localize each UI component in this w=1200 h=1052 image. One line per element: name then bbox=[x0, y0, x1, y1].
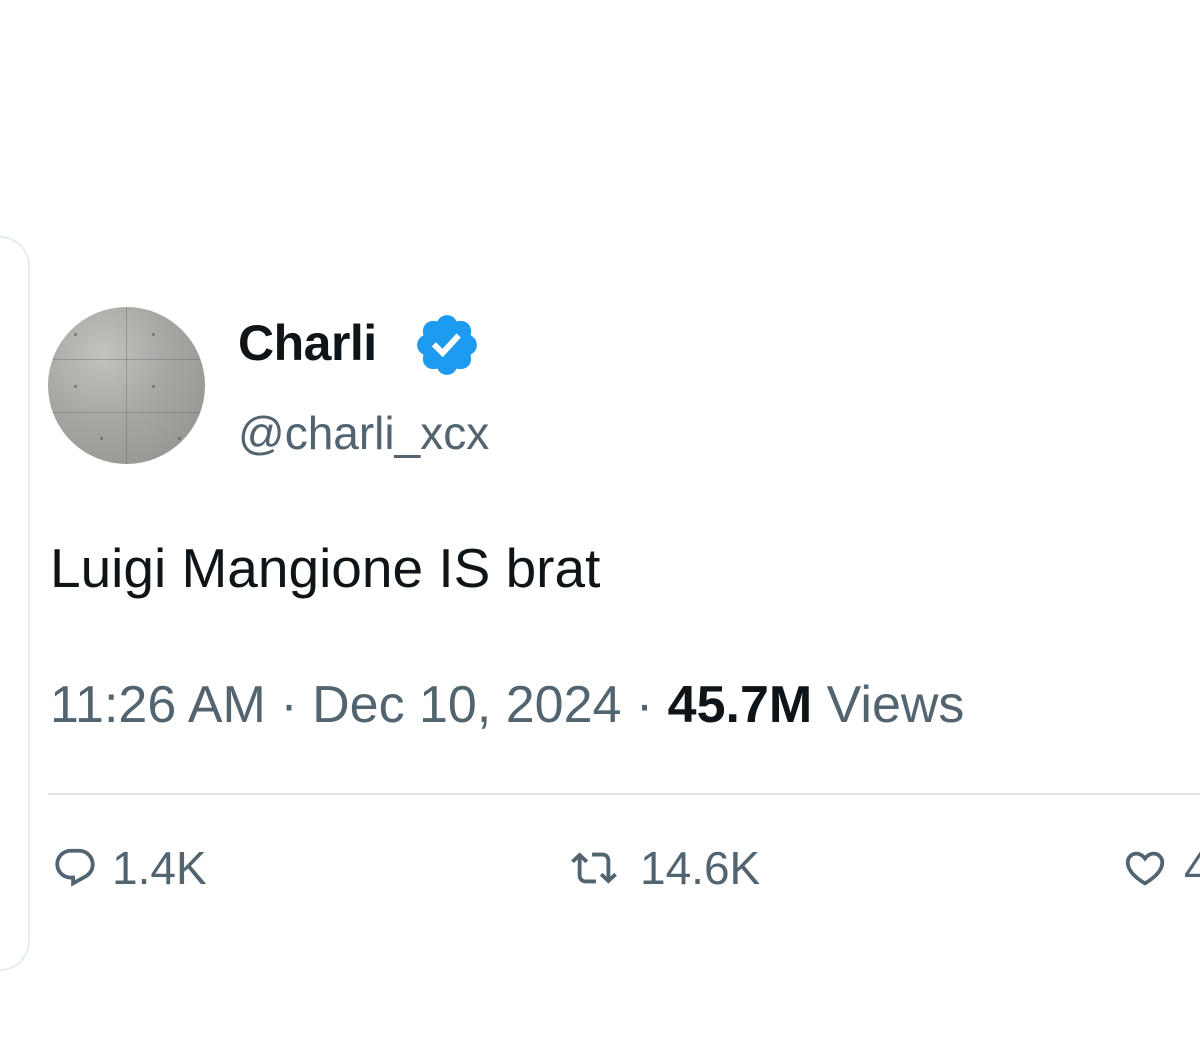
reply-bubble-icon bbox=[55, 848, 95, 887]
avatar-texture-dot bbox=[100, 437, 103, 440]
retweet-button[interactable]: 14.6K bbox=[562, 838, 760, 898]
meta-separator: · bbox=[280, 676, 298, 734]
reply-count: 1.4K bbox=[112, 842, 207, 894]
tweet-time[interactable]: 11:26 AM bbox=[50, 676, 266, 734]
retweet-icon bbox=[571, 852, 617, 884]
avatar[interactable] bbox=[48, 307, 205, 464]
card-border bbox=[0, 236, 30, 971]
verified-badge-icon bbox=[417, 315, 477, 375]
avatar-texture-dot bbox=[74, 333, 77, 336]
avatar-texture-dot bbox=[178, 437, 181, 440]
like-count: 4 bbox=[1184, 842, 1200, 894]
avatar-texture-line bbox=[126, 307, 127, 464]
meta-separator: · bbox=[635, 676, 654, 734]
avatar-texture-dot bbox=[152, 385, 155, 388]
heart-icon bbox=[1125, 851, 1165, 886]
divider bbox=[48, 793, 1200, 795]
tweet-text: Luigi Mangione IS brat bbox=[50, 537, 601, 599]
retweet-count: 14.6K bbox=[640, 842, 761, 894]
tweet-meta: 11:26 AM · Dec 10, 2024 · 45.7M Views bbox=[50, 674, 964, 736]
views-label: Views bbox=[826, 676, 965, 734]
user-handle[interactable]: @charli_xcx bbox=[238, 406, 489, 460]
avatar-texture-dot bbox=[74, 385, 77, 388]
display-name[interactable]: Charli bbox=[238, 314, 377, 372]
views-count: 45.7M bbox=[667, 676, 813, 734]
avatar-texture-dot bbox=[152, 333, 155, 336]
tweet-date[interactable]: Dec 10, 2024 bbox=[312, 676, 621, 734]
reply-button[interactable]: 1.4K bbox=[52, 838, 207, 898]
like-button[interactable]: 4 bbox=[1120, 838, 1200, 898]
